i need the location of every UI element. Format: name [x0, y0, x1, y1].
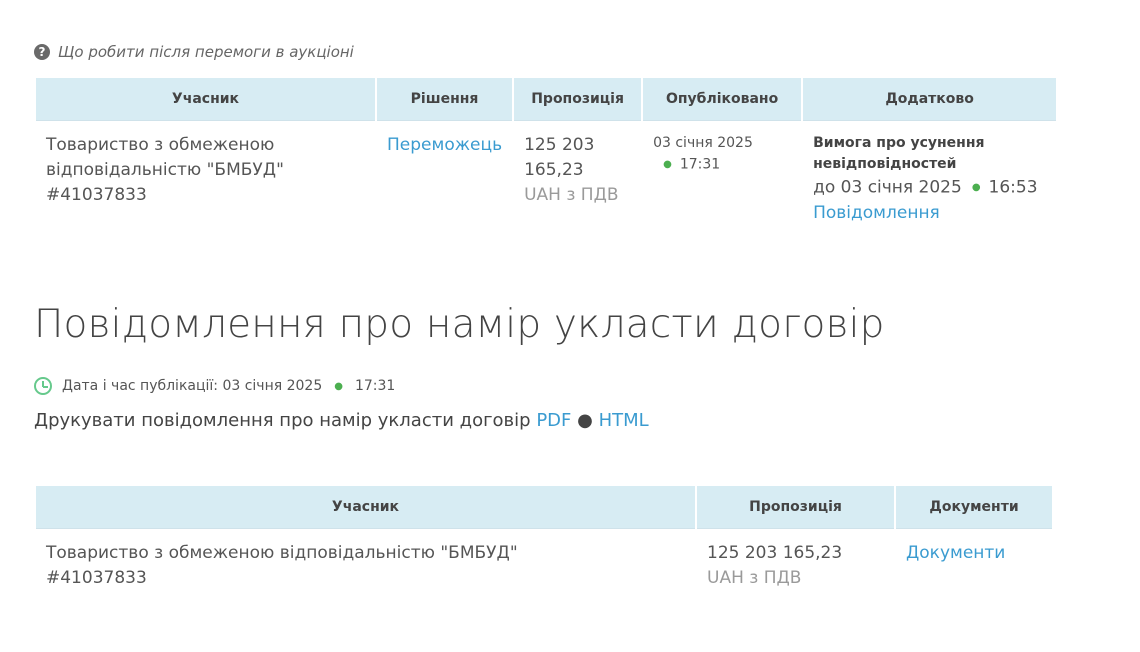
dot-icon: ●	[663, 159, 672, 170]
offer-cell: 125 203 165,23 UAH з ПДВ	[514, 121, 641, 251]
publication-date: Дата і час публікації: 03 січня 2025 ● 1…	[34, 377, 395, 395]
offer-cell: 125 203 165,23 UAH з ПДВ	[697, 529, 894, 607]
participant-name: Товариство з обмеженою відповідальністю …	[46, 543, 518, 563]
participant-name-line2: відповідальністю "БМБУД"	[46, 160, 284, 180]
help-link-label: Що робити після перемоги в аукціоні	[58, 43, 354, 61]
col-additional: Додатково	[803, 78, 1057, 121]
offer-amount-line1: 125 203	[524, 135, 595, 155]
requirement-title: Вимога про усунення невідповідностей	[813, 135, 985, 172]
col-participant: Учасник	[36, 78, 375, 121]
decision-cell: Переможець	[377, 121, 512, 251]
deadline-time: 16:53	[988, 177, 1038, 198]
help-link[interactable]: ? Що робити після перемоги в аукціоні	[34, 43, 354, 61]
participant-cell: Товариство з обмеженою відповідальністю …	[36, 529, 695, 607]
col-documents: Документи	[896, 486, 1052, 529]
pdf-link[interactable]: PDF	[536, 410, 571, 431]
message-link[interactable]: Повідомлення	[813, 203, 940, 223]
documents-link[interactable]: Документи	[906, 543, 1005, 563]
contract-table: Учасник Пропозиція Документи Товариство …	[34, 486, 1054, 607]
table-row: Товариство з обмеженою відповідальністю …	[36, 121, 1056, 251]
winner-link[interactable]: Переможець	[387, 135, 502, 155]
dot-icon: ●	[971, 182, 981, 193]
offer-currency: UAH з ПДВ	[707, 568, 802, 588]
print-notice: Друкувати повідомлення про намір укласти…	[34, 410, 649, 431]
documents-cell: Документи	[896, 529, 1052, 607]
col-offer: Пропозиція	[514, 78, 642, 121]
offer-amount-line2: 165,23	[524, 160, 584, 180]
published-date: 03 січня 2025	[653, 135, 753, 151]
participant-name-line1: Товариство з обмеженою	[46, 135, 275, 155]
published-time-row: ● 17:31	[653, 154, 791, 176]
col-published: Опубліковано	[643, 78, 802, 121]
published-cell: 03 січня 2025 ● 17:31	[643, 121, 801, 251]
col-participant: Учасник	[36, 486, 695, 529]
participant-id: #41037833	[46, 568, 147, 588]
table-row: Товариство з обмеженою відповідальністю …	[36, 529, 1052, 607]
offer-currency: UAH з ПДВ	[524, 185, 619, 205]
clock-icon	[34, 377, 52, 395]
additional-cell: Вимога про усунення невідповідностей до …	[803, 121, 1056, 251]
participant-id: #41037833	[46, 185, 147, 205]
col-decision: Рішення	[377, 78, 513, 121]
page-title: Повідомлення про намір укласти договір	[34, 302, 885, 347]
published-time: 17:31	[679, 156, 721, 173]
col-offer: Пропозиція	[697, 486, 894, 529]
deadline-date: до 03 січня 2025	[813, 177, 962, 198]
participant-cell: Товариство з обмеженою відповідальністю …	[36, 121, 375, 251]
question-circle-icon: ?	[34, 44, 50, 60]
publication-date-label: Дата і час публікації: 03 січня 2025	[62, 378, 323, 394]
print-label: Друкувати повідомлення про намір укласти…	[34, 410, 531, 431]
contract-table-header: Учасник Пропозиція Документи	[36, 486, 1052, 529]
dot-icon: ●	[334, 380, 343, 392]
results-table-header: Учасник Рішення Пропозиція Опубліковано …	[36, 78, 1057, 121]
deadline-row: до 03 січня 2025 ● 16:53	[813, 175, 1046, 201]
offer-amount: 125 203 165,23	[707, 543, 843, 563]
html-link[interactable]: HTML	[599, 410, 649, 431]
separator-dot: ●	[577, 410, 593, 431]
results-table: Учасник Рішення Пропозиція Опубліковано …	[34, 78, 1058, 251]
publication-time: 17:31	[354, 378, 396, 394]
